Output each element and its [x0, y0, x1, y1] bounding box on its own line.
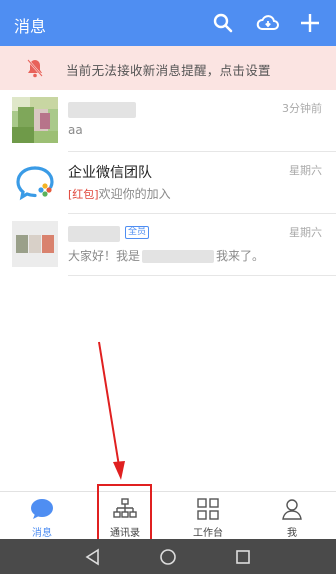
red-packet-tag: [红包] [68, 188, 99, 201]
chat-bubble-icon [31, 499, 53, 519]
search-icon[interactable] [211, 11, 235, 35]
avatar [12, 97, 58, 143]
chat-name: 全员 [122, 224, 150, 240]
avatar [12, 221, 58, 267]
plus-icon[interactable] [298, 11, 322, 35]
system-nav-bar [0, 539, 336, 574]
top-app-bar: 消息 [0, 0, 336, 46]
blurred-name [68, 102, 136, 118]
wecom-logo [12, 159, 58, 205]
bell-mute-icon [27, 59, 43, 78]
tab-label: 我 [287, 528, 297, 539]
blurred-name [68, 226, 120, 242]
chat-time: 星期六 [289, 164, 322, 177]
tab-me[interactable]: 我 [262, 492, 322, 540]
chat-preview: aa [68, 123, 83, 137]
back-icon[interactable] [84, 548, 102, 566]
highlight-box [97, 484, 152, 546]
tab-label: 消息 [32, 528, 52, 539]
alert-text: 当前无法接收新消息提醒，点击设置 [66, 63, 271, 78]
divider [68, 275, 336, 276]
home-icon[interactable] [159, 548, 177, 566]
chat-name: 企业微信团队 [68, 165, 152, 181]
chat-item[interactable]: 全员 大家好！我是 我来了。 星期六 [0, 214, 336, 276]
tab-workbench[interactable]: 工作台 [178, 492, 238, 540]
chat-preview: 大家好！我是 我来了。 [68, 249, 265, 263]
chat-preview: [红包]欢迎你的加入 [68, 185, 171, 202]
grid-icon [197, 498, 219, 520]
chat-item[interactable]: aa 3分钟前 [0, 90, 336, 152]
bottom-tab-bar: 消息 通讯录 工作台 我 [0, 491, 336, 539]
chat-preview-text: 欢迎你的加入 [98, 187, 171, 201]
chat-item[interactable]: 企业微信团队 [红包]欢迎你的加入 星期六 [0, 152, 336, 214]
all-members-badge: 全员 [125, 225, 150, 239]
cloud-icon[interactable] [256, 11, 280, 35]
person-icon [282, 499, 302, 520]
tab-label: 工作台 [193, 528, 223, 539]
notification-alert-banner[interactable]: 当前无法接收新消息提醒，点击设置 [0, 46, 336, 90]
chat-time: 3分钟前 [282, 102, 322, 115]
blurred-text [142, 250, 215, 263]
tab-messages[interactable]: 消息 [12, 492, 72, 540]
chat-time: 星期六 [289, 226, 322, 239]
page-title: 消息 [14, 17, 47, 36]
recents-icon[interactable] [234, 548, 252, 566]
